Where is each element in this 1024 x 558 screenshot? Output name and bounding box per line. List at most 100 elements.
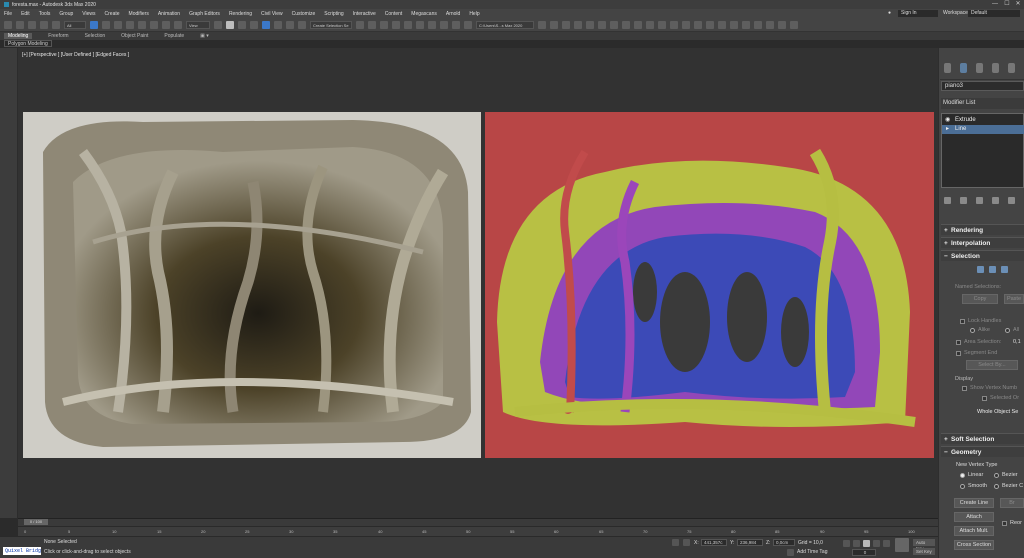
text-icon[interactable] <box>754 20 762 29</box>
y-coordinate-field[interactable]: 236,984 <box>737 539 763 546</box>
spline-level-icon[interactable] <box>1001 266 1008 273</box>
segment-end-checkbox[interactable] <box>956 351 961 356</box>
linear-radio[interactable] <box>960 473 965 478</box>
pivot-center-icon[interactable] <box>214 20 222 29</box>
eye-icon[interactable]: ◉ <box>945 116 950 125</box>
ribbon-tab-modeling[interactable]: Modeling <box>4 33 33 39</box>
motion-tab-icon[interactable] <box>992 62 999 73</box>
open-icon[interactable] <box>538 20 546 29</box>
expand-arrow-icon[interactable]: ▸ <box>946 125 949 134</box>
selected-only-checkbox[interactable] <box>982 396 987 401</box>
box-icon[interactable] <box>730 20 738 29</box>
cylinder-icon[interactable] <box>742 20 750 29</box>
previous-frame-icon[interactable] <box>853 540 860 547</box>
render-online-icon[interactable] <box>610 20 618 29</box>
environment-icon[interactable] <box>658 20 666 29</box>
selection-filter-dropdown[interactable]: All <box>64 20 86 29</box>
minimize-button[interactable]: — <box>990 0 1000 9</box>
light-lister-icon[interactable] <box>646 20 654 29</box>
area-selection-value[interactable]: 0,1 <box>1013 339 1021 345</box>
maxscript-listener[interactable]: Quixel Bridg <box>3 547 41 555</box>
bind-space-warp-icon[interactable] <box>52 20 60 29</box>
sign-in-dropdown[interactable]: Sign In <box>898 10 938 17</box>
segment-level-icon[interactable] <box>989 266 996 273</box>
pin-stack-icon[interactable] <box>944 196 951 204</box>
save-icon[interactable] <box>550 20 558 29</box>
ribbon-options-icon[interactable]: ▣ ▾ <box>200 33 209 39</box>
ribbon-tab-selection[interactable]: Selection <box>85 33 106 39</box>
scale-icon[interactable] <box>162 20 170 29</box>
add-time-tag-label[interactable]: Add Time Tag <box>797 549 827 555</box>
window-crossing-icon[interactable] <box>126 20 134 29</box>
helper-icon[interactable] <box>778 20 786 29</box>
snaps-toggle-icon[interactable] <box>250 20 258 29</box>
menu-graph-editors[interactable]: Graph Editors <box>189 11 220 17</box>
teapot-icon[interactable] <box>694 20 702 29</box>
script-icon[interactable] <box>790 20 798 29</box>
keyboard-shortcut-override-icon[interactable] <box>238 20 246 29</box>
select-by-button[interactable]: Select By... <box>966 360 1018 370</box>
link-icon[interactable] <box>28 20 36 29</box>
menu-megascans[interactable]: Megascans <box>411 11 437 17</box>
all-radio[interactable] <box>1005 328 1010 333</box>
area-selection-checkbox[interactable] <box>956 340 961 345</box>
copy-button[interactable]: Copy <box>962 294 998 304</box>
menu-content[interactable]: Content <box>385 11 403 17</box>
toggle-scene-explorer-icon[interactable] <box>380 20 388 29</box>
camera-icon[interactable] <box>670 20 678 29</box>
smooth-radio[interactable] <box>960 484 965 489</box>
workspaces-dropdown[interactable]: Default <box>968 10 1020 17</box>
menu-edit[interactable]: Edit <box>21 11 30 17</box>
toggle-layer-explorer-icon[interactable] <box>392 20 400 29</box>
next-frame-icon[interactable] <box>873 540 880 547</box>
create-line-button[interactable]: Create Line <box>954 498 994 508</box>
selection-region-icon[interactable] <box>114 20 122 29</box>
ribbon-tab-freeform[interactable]: Freeform <box>48 33 68 39</box>
render-setup-icon[interactable] <box>452 20 460 29</box>
select-manipulate-icon[interactable] <box>226 20 234 29</box>
cross-section-button[interactable]: Cross Section <box>954 540 994 550</box>
menu-civil-view[interactable]: Civil View <box>261 11 283 17</box>
rollout-selection[interactable]: − Selection <box>941 250 1024 261</box>
paper-cut-panel-colored[interactable] <box>485 112 934 458</box>
place-icon[interactable] <box>174 20 182 29</box>
rollout-geometry[interactable]: − Geometry <box>941 446 1024 457</box>
rendered-frame-window-icon[interactable] <box>464 20 472 29</box>
menu-file[interactable]: File <box>4 11 12 17</box>
select-object-icon[interactable] <box>90 20 98 29</box>
ribbon-tab-populate[interactable]: Populate <box>164 33 184 39</box>
paste-button[interactable]: Paste <box>1004 294 1024 304</box>
align-icon[interactable] <box>368 20 376 29</box>
time-slider-thumb[interactable]: 0 / 100 <box>24 519 48 525</box>
menu-create[interactable]: Create <box>105 11 120 17</box>
ribbon-tab-object-paint[interactable]: Object Paint <box>121 33 148 39</box>
play-icon[interactable] <box>863 540 870 547</box>
hierarchy-tab-icon[interactable] <box>976 62 983 73</box>
alike-radio[interactable] <box>970 328 975 333</box>
set-key-filters-icon[interactable] <box>895 538 909 552</box>
track-bar[interactable]: 0 5 10 15 20 25 30 35 40 45 50 55 60 65 70 75 80 85 90 95 10… <box>18 526 938 536</box>
sphere-icon[interactable] <box>682 20 690 29</box>
paper-cut-panel-shaded[interactable] <box>23 112 481 458</box>
display-tab-icon[interactable] <box>1008 62 1015 73</box>
attach-mult-button[interactable]: Attach Mult. <box>954 526 994 536</box>
schematic-view-icon[interactable] <box>428 20 436 29</box>
show-end-result-icon[interactable] <box>960 196 967 204</box>
angle-snap-icon[interactable] <box>262 20 270 29</box>
light-icon[interactable] <box>766 20 774 29</box>
mirror-icon[interactable] <box>356 20 364 29</box>
redo-icon[interactable] <box>16 20 24 29</box>
project-path-dropdown[interactable]: C:\Users\S...s Max 2020 <box>476 20 534 29</box>
reorient-checkbox[interactable] <box>1002 521 1007 526</box>
menu-customize[interactable]: Customize <box>292 11 316 17</box>
material-editor-icon[interactable] <box>440 20 448 29</box>
reference-coordinate-dropdown[interactable]: View <box>186 20 210 29</box>
lock-handles-checkbox[interactable] <box>960 319 965 324</box>
current-frame-field[interactable]: 0 <box>852 549 876 556</box>
spinner-snap-icon[interactable] <box>286 20 294 29</box>
menu-scripting[interactable]: Scripting <box>324 11 343 17</box>
polygon-modeling-button[interactable]: Polygon Modeling <box>4 40 52 47</box>
ribbon-toggle-icon[interactable] <box>404 20 412 29</box>
percent-snap-icon[interactable] <box>274 20 282 29</box>
unlink-icon[interactable] <box>40 20 48 29</box>
